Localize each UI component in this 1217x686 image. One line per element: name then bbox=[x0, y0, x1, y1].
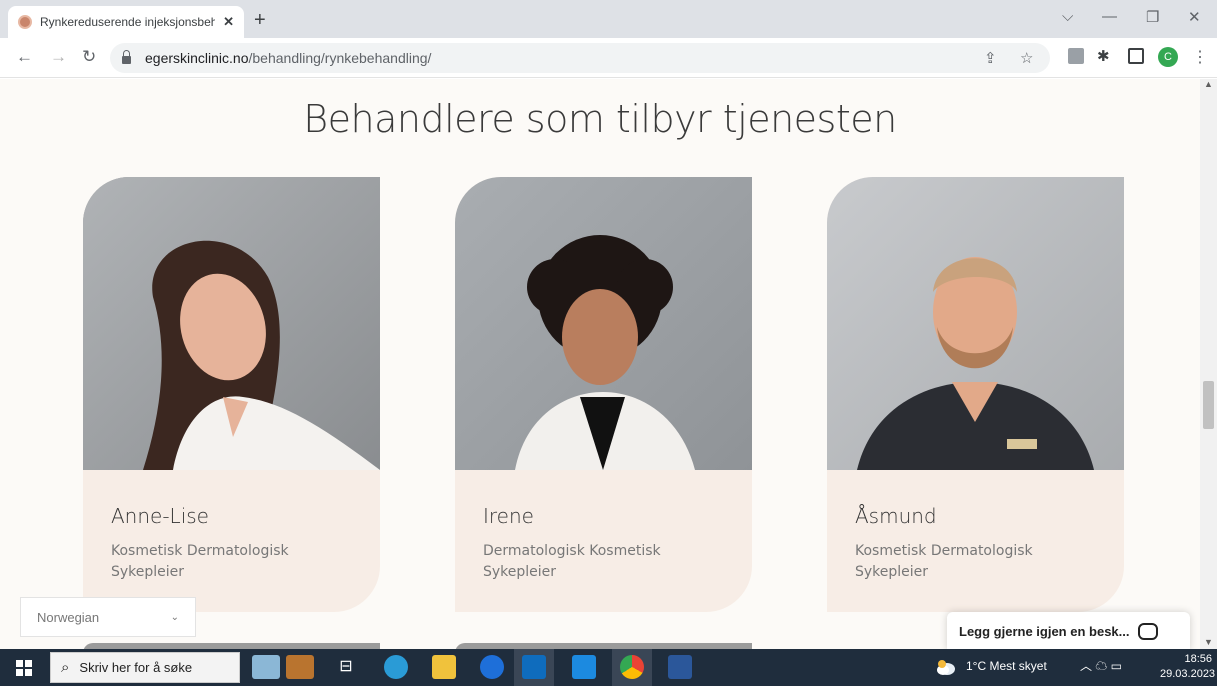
browser-toolbar: ← → ↻ egerskinclinic.no/behandling/rynke… bbox=[0, 38, 1217, 78]
windows-start-icon[interactable] bbox=[16, 660, 32, 676]
photos-app-icon[interactable] bbox=[572, 655, 596, 679]
taskbar-search-placeholder: Skriv her for å søke bbox=[79, 660, 193, 675]
lock-icon bbox=[122, 50, 131, 64]
scroll-up-arrow-icon[interactable]: ▲ bbox=[1204, 79, 1213, 89]
practitioner-name: Anne-Lise bbox=[111, 504, 209, 528]
browser-tab[interactable]: Rynkereduserende injeksjonsbeh ✕ bbox=[8, 6, 244, 38]
practitioner-name: Åsmund bbox=[855, 504, 937, 528]
scrollbar-thumb[interactable] bbox=[1203, 381, 1214, 429]
url-text: egerskinclinic.no/behandling/rynkebehand… bbox=[145, 50, 431, 66]
word-app-icon[interactable] bbox=[668, 655, 692, 679]
briefcase-app-icon[interactable] bbox=[286, 655, 314, 679]
url-path: /behandling/rynkebehandling/ bbox=[248, 50, 432, 66]
language-select[interactable]: Norwegian ⌄ bbox=[20, 597, 196, 637]
back-button[interactable]: ← bbox=[16, 47, 33, 67]
tab-close-icon[interactable]: ✕ bbox=[223, 14, 234, 30]
browser-menu-icon[interactable]: ⋮ bbox=[1192, 47, 1208, 67]
browser-tabstrip: Rynkereduserende injeksjonsbeh ✕ + ⌵ — ❐… bbox=[0, 0, 1217, 38]
file-explorer-icon[interactable] bbox=[432, 655, 456, 679]
page-viewport: Behandlere som tilbyr tjenesten Anne-Lis… bbox=[0, 79, 1200, 649]
practitioner-photo bbox=[827, 177, 1124, 470]
forward-button[interactable]: → bbox=[50, 47, 67, 67]
practitioner-role: Kosmetisk Dermatologisk Sykepleier bbox=[855, 543, 1033, 580]
site-favicon-icon bbox=[18, 15, 32, 29]
practitioner-photo bbox=[455, 177, 752, 470]
practitioner-role: Dermatologisk Kosmetisk Sykepleier bbox=[483, 543, 661, 580]
chat-label: Legg gjerne igjen en besk... bbox=[959, 623, 1130, 639]
chat-widget[interactable]: Legg gjerne igjen en besk... bbox=[947, 612, 1190, 649]
scroll-down-arrow-icon[interactable]: ▼ bbox=[1204, 637, 1213, 647]
practitioner-name: Irene bbox=[483, 504, 534, 528]
side-panel-icon[interactable] bbox=[1128, 48, 1144, 64]
page-scrollbar[interactable]: ▲ ▼ bbox=[1200, 79, 1217, 649]
practitioner-card-asmund[interactable]: Åsmund Kosmetisk Dermatologisk Sykepleie… bbox=[827, 177, 1124, 612]
clock-date: 29.03.2023 bbox=[1160, 668, 1216, 680]
tab-search-chevron-icon[interactable]: ⌵ bbox=[1062, 8, 1073, 25]
tray-overflow-icons[interactable]: ︿ ☁ ▭ bbox=[1080, 657, 1122, 674]
search-icon: ⌕ bbox=[61, 659, 70, 676]
edge-browser-icon[interactable] bbox=[384, 655, 408, 679]
chat-bubble-icon bbox=[1137, 622, 1158, 640]
chrome-browser-icon[interactable] bbox=[620, 655, 644, 679]
taskbar-clock[interactable]: 18:56 29.03.2023 bbox=[1160, 652, 1216, 682]
task-view-icon[interactable]: ⊟ bbox=[334, 655, 358, 679]
close-window-button[interactable]: ✕ bbox=[1188, 8, 1201, 26]
section-heading: Behandlere som tilbyr tjenesten bbox=[303, 97, 897, 141]
clock-time: 18:56 bbox=[1184, 653, 1212, 665]
laptop-app-icon[interactable] bbox=[252, 655, 280, 679]
language-select-value: Norwegian bbox=[37, 609, 100, 625]
practitioner-role: Kosmetisk Dermatologisk Sykepleier bbox=[111, 543, 289, 580]
weather-text[interactable]: 1°C Mest skyet bbox=[966, 659, 1047, 673]
tab-title: Rynkereduserende injeksjonsbeh bbox=[40, 15, 216, 29]
pdf-extension-icon[interactable] bbox=[1068, 48, 1084, 64]
cloud-weather-icon[interactable] bbox=[936, 658, 956, 676]
extensions-puzzle-icon[interactable]: ✱ bbox=[1097, 47, 1110, 65]
reload-button[interactable]: ↻ bbox=[82, 47, 96, 67]
new-tab-button[interactable]: + bbox=[254, 9, 266, 32]
practitioner-card-irene[interactable]: Irene Dermatologisk Kosmetisk Sykepleier bbox=[455, 177, 752, 612]
outlook-icon[interactable] bbox=[522, 655, 546, 679]
practitioner-photo bbox=[83, 177, 380, 470]
chevron-down-icon: ⌄ bbox=[170, 611, 179, 623]
bookmark-star-icon[interactable]: ☆ bbox=[1020, 49, 1033, 67]
taskbar-search[interactable]: ⌕ Skriv her for å søke bbox=[50, 652, 240, 683]
share-icon[interactable]: ⇪ bbox=[984, 49, 997, 67]
profile-avatar[interactable]: C bbox=[1158, 47, 1178, 67]
windows-taskbar: ⌕ Skriv her for å søke ⊟ 1°C Mest skyet … bbox=[0, 649, 1217, 686]
skype-icon[interactable] bbox=[480, 655, 504, 679]
minimize-button[interactable]: — bbox=[1102, 8, 1117, 25]
address-bar[interactable]: egerskinclinic.no/behandling/rynkebehand… bbox=[110, 43, 1050, 73]
restore-button[interactable]: ❐ bbox=[1146, 8, 1159, 26]
practitioner-card-anne-lise[interactable]: Anne-Lise Kosmetisk Dermatologisk Sykepl… bbox=[83, 177, 380, 612]
url-domain: egerskinclinic.no bbox=[145, 50, 249, 66]
